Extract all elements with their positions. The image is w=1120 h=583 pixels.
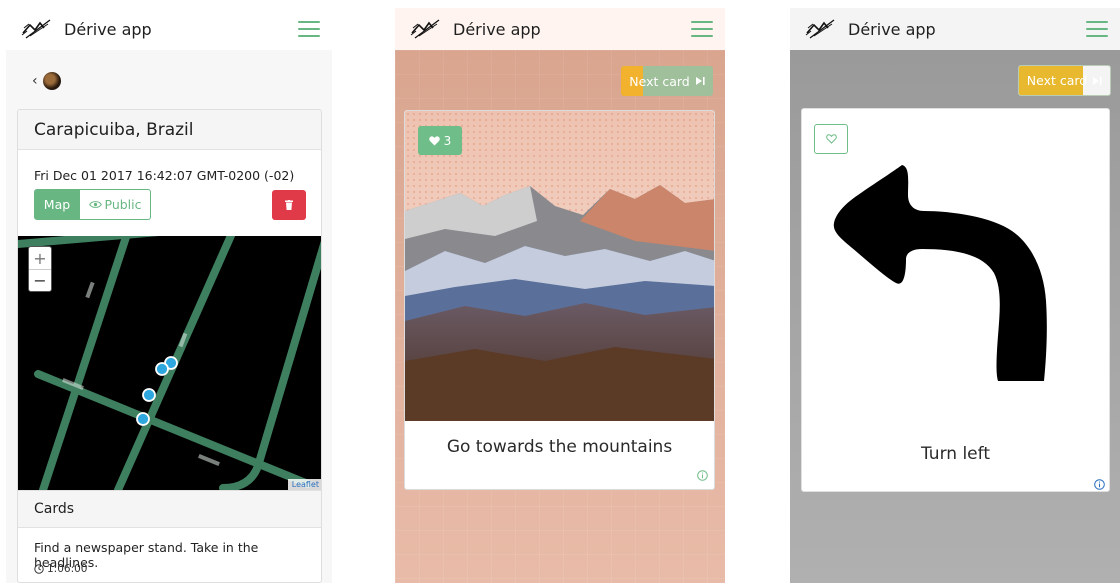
zoom-out-button[interactable]: − bbox=[29, 269, 51, 291]
map-canvas bbox=[18, 236, 321, 490]
view-toggle-group: Map Public bbox=[34, 189, 151, 220]
next-card-button[interactable]: Next card bbox=[621, 66, 713, 96]
derive-logo-icon[interactable] bbox=[804, 16, 838, 42]
trash-icon bbox=[285, 200, 293, 210]
cards-heading: Cards bbox=[18, 490, 321, 528]
map-zoom-control: + − bbox=[28, 246, 52, 292]
derive-datetime: Fri Dec 01 2017 16:42:07 GMT-0200 (-02) bbox=[34, 168, 295, 183]
card-title: Turn left bbox=[921, 444, 990, 464]
like-count: 3 bbox=[443, 133, 452, 148]
heart-outline-icon bbox=[825, 134, 837, 144]
info-icon[interactable] bbox=[1094, 479, 1105, 490]
derive-map[interactable]: + − Leaflet bbox=[18, 236, 321, 490]
like-button[interactable] bbox=[814, 124, 848, 154]
delete-button[interactable] bbox=[272, 190, 306, 220]
zoom-in-button[interactable]: + bbox=[29, 247, 51, 269]
derive-detail-screen: Dérive app ‹ Carapicuiba, Brazil Fri Dec… bbox=[6, 8, 332, 583]
heart-icon bbox=[428, 135, 440, 145]
navbar: Dérive app bbox=[395, 8, 725, 50]
brand-name[interactable]: Dérive app bbox=[453, 20, 541, 39]
map-road bbox=[254, 240, 321, 470]
card-image-screen: Dérive app Next card 3 Go towards the mo… bbox=[395, 8, 725, 583]
like-button[interactable]: 3 bbox=[418, 126, 462, 155]
card-arrow-screen: Dérive app Next card Turn left bbox=[790, 8, 1120, 583]
next-card-label: Next card bbox=[629, 73, 690, 89]
public-button[interactable]: Public bbox=[80, 189, 151, 220]
eye-icon bbox=[88, 201, 102, 208]
next-card-label: Next card bbox=[1026, 73, 1088, 88]
map-street-label bbox=[198, 454, 220, 466]
mountains-image bbox=[405, 111, 714, 421]
map-road bbox=[39, 236, 131, 490]
brand-name[interactable]: Dérive app bbox=[848, 20, 936, 39]
derive-logo-icon[interactable] bbox=[409, 16, 443, 42]
card[interactable]: 3 Go towards the mountains bbox=[404, 110, 715, 490]
derive-logo-icon[interactable] bbox=[20, 16, 54, 42]
clock-icon bbox=[34, 564, 44, 574]
derive-card: Carapicuiba, Brazil Fri Dec 01 2017 16:4… bbox=[17, 109, 322, 583]
hamburger-menu-icon[interactable] bbox=[298, 21, 320, 37]
derive-city-title: Carapicuiba, Brazil bbox=[18, 110, 321, 150]
chevron-left-icon: ‹ bbox=[32, 73, 38, 89]
map-button[interactable]: Map bbox=[34, 189, 80, 220]
card-title: Go towards the mountains bbox=[446, 437, 673, 457]
back-button[interactable]: ‹ bbox=[32, 72, 61, 90]
turn-left-arrow-icon bbox=[833, 165, 1047, 381]
task-duration-value: 1:06:00 bbox=[47, 563, 88, 575]
next-card-button[interactable]: Next card bbox=[1018, 65, 1111, 96]
brand-name[interactable]: Dérive app bbox=[64, 20, 152, 39]
avatar bbox=[42, 72, 61, 90]
public-button-label: Public bbox=[104, 197, 142, 212]
skip-forward-icon bbox=[1093, 76, 1102, 85]
map-road bbox=[219, 462, 262, 490]
card[interactable]: Turn left bbox=[801, 108, 1110, 492]
navbar: Dérive app bbox=[6, 8, 332, 50]
map-marker[interactable] bbox=[142, 388, 156, 402]
navbar: Dérive app bbox=[790, 8, 1120, 50]
skip-forward-icon bbox=[695, 77, 705, 85]
map-marker[interactable] bbox=[155, 362, 169, 376]
card-task-duration: 1:06:00 bbox=[34, 563, 87, 575]
map-road bbox=[18, 236, 159, 248]
map-attribution-link[interactable]: Leaflet bbox=[287, 479, 321, 490]
map-street-label bbox=[85, 281, 95, 299]
map-marker[interactable] bbox=[136, 412, 150, 426]
hamburger-menu-icon[interactable] bbox=[1086, 21, 1108, 37]
info-icon[interactable] bbox=[697, 470, 708, 481]
hamburger-menu-icon[interactable] bbox=[691, 21, 713, 37]
